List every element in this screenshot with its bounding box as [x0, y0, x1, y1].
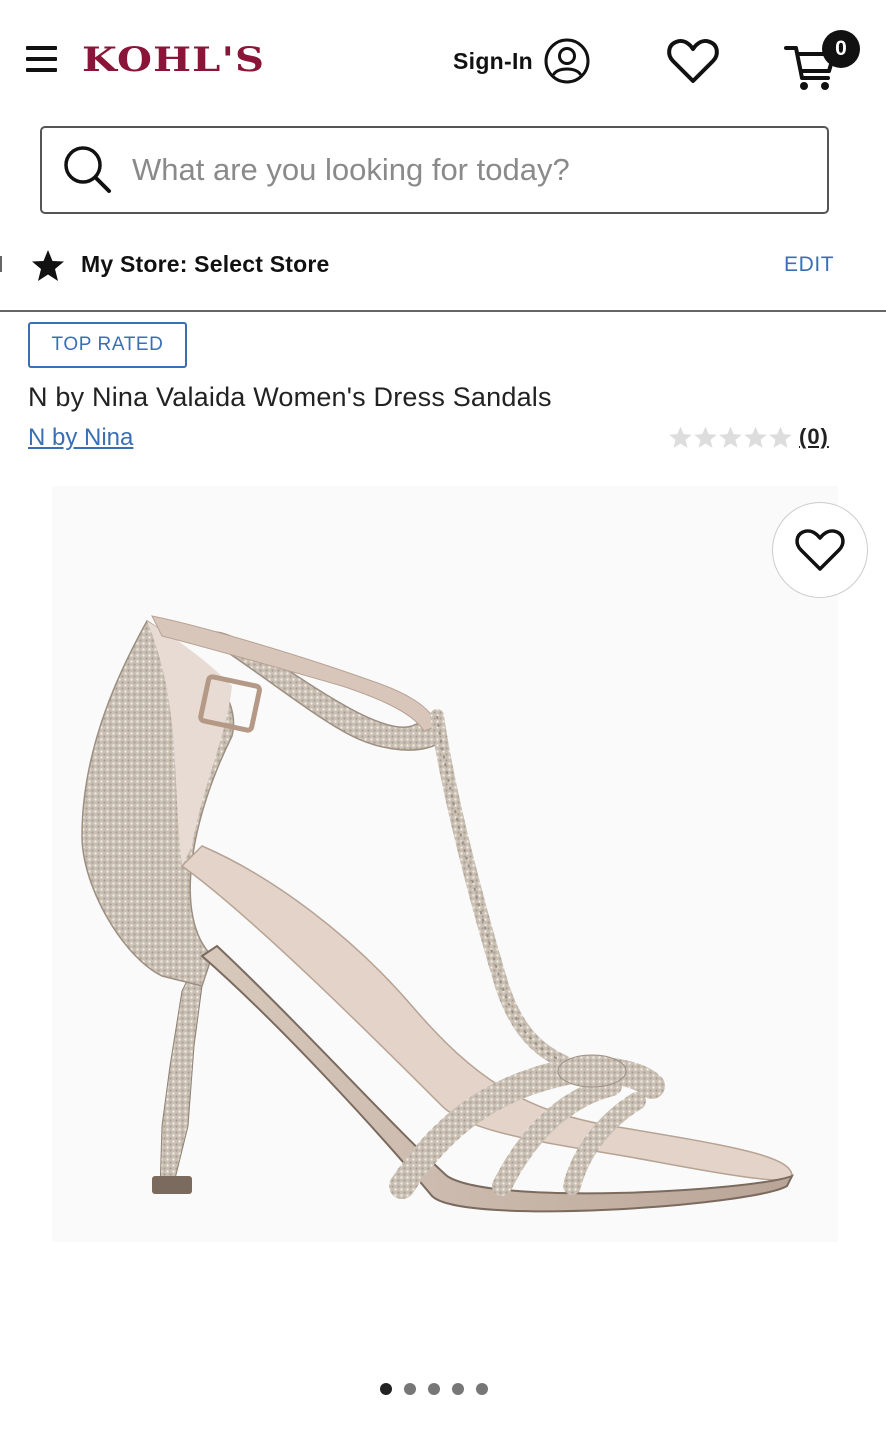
wishlist-heart-icon[interactable] — [666, 36, 720, 86]
star-icon — [32, 250, 64, 281]
rating-stars — [668, 425, 793, 450]
rating-star-icon — [694, 426, 717, 448]
product-image[interactable] — [52, 486, 838, 1242]
carousel-dot[interactable] — [428, 1383, 440, 1395]
site-header: KOHL'S Sign-In 0 — [0, 0, 886, 120]
rating-star-icon — [769, 426, 792, 448]
sandal-product-image — [81, 615, 795, 1213]
cart-count-badge: 0 — [822, 30, 860, 68]
user-circle-icon — [544, 38, 590, 84]
brand-link[interactable]: N by Nina — [28, 424, 133, 452]
review-count-link[interactable]: (0) — [799, 424, 829, 450]
search-bar[interactable] — [40, 126, 829, 214]
sign-in-label: Sign-In — [453, 47, 534, 74]
heart-icon — [795, 529, 845, 571]
rating-star-icon — [719, 426, 742, 448]
sign-in-button[interactable]: Sign-In — [453, 38, 591, 84]
hamburger-menu-icon[interactable] — [26, 46, 58, 76]
store-selector-bar: My Store: Select Store EDIT — [0, 236, 886, 312]
product-rating[interactable]: (0) — [668, 424, 829, 450]
my-store-label: My Store: Select Store — [81, 251, 330, 277]
search-input[interactable] — [132, 152, 792, 188]
image-carousel-dots — [380, 1383, 500, 1395]
carousel-dot[interactable] — [476, 1383, 488, 1395]
carousel-dot[interactable] — [404, 1383, 416, 1395]
kohls-logo[interactable]: KOHL'S — [82, 40, 265, 80]
cart-button[interactable]: 0 — [782, 30, 862, 90]
product-title: N by Nina Valaida Women's Dress Sandals — [28, 382, 552, 412]
search-icon[interactable] — [62, 144, 114, 196]
carousel-dot[interactable] — [452, 1383, 464, 1395]
add-to-wishlist-button[interactable] — [772, 502, 868, 598]
rating-star-icon — [744, 426, 767, 448]
carousel-dot[interactable] — [380, 1383, 392, 1395]
rating-star-icon — [669, 426, 692, 448]
edit-store-link[interactable]: EDIT — [784, 253, 834, 277]
divider — [0, 256, 2, 272]
top-rated-badge: TOP RATED — [28, 322, 187, 368]
